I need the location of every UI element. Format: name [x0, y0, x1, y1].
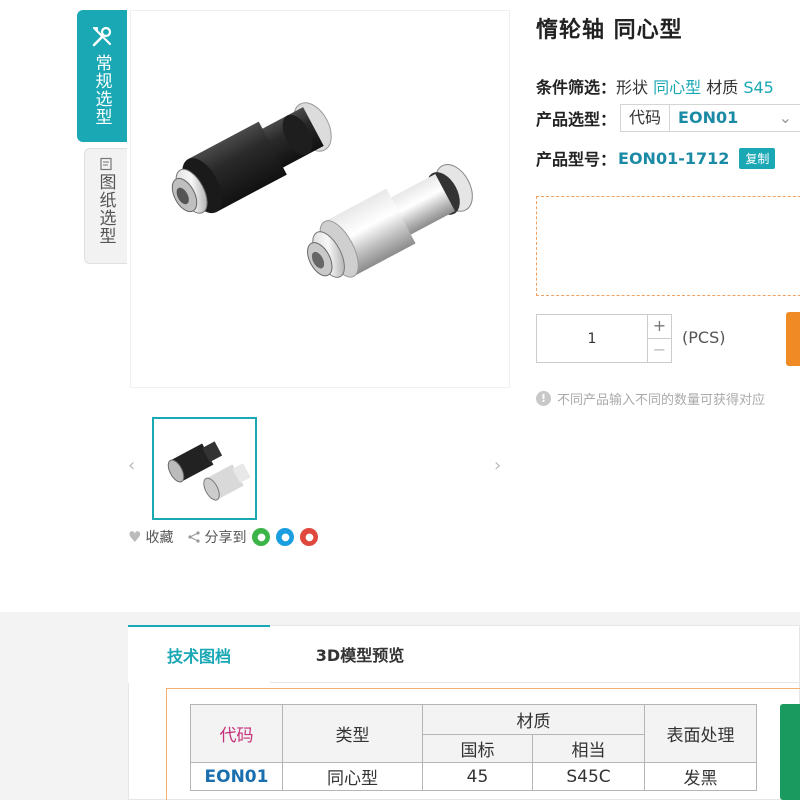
heart-icon[interactable]: ♥ — [128, 528, 141, 546]
qq-icon[interactable]: ● — [276, 528, 295, 546]
tab-standard-selection[interactable]: 常规选型 — [77, 10, 127, 142]
header-material: 材质 — [422, 704, 645, 735]
select-label: 产品选型： — [536, 110, 617, 129]
quantity-increase-button[interactable]: + — [648, 315, 671, 339]
product-select-row: 产品选型： 代码 EON01 ⌄ — [536, 104, 800, 132]
code-field-label: 代码 — [621, 105, 671, 131]
buy-button[interactable] — [786, 312, 800, 366]
table-row: EON01 同心型 45 S45C 发黑 — [190, 762, 757, 791]
cell-code[interactable]: EON01 — [190, 762, 283, 791]
weibo-icon[interactable]: ● — [300, 528, 319, 546]
share-label: 分享到 — [204, 530, 247, 546]
tab-3d-preview[interactable]: 3D模型预览 — [290, 632, 430, 676]
quantity-note: ! 不同产品输入不同的数量可获得对应 — [536, 389, 765, 408]
model-number-row: 产品型号： EON01-1712 复制 — [536, 146, 776, 170]
thumbnail-prev-arrow[interactable]: ‹ — [128, 455, 135, 476]
drawing-icon — [100, 157, 112, 171]
header-type: 类型 — [282, 704, 423, 763]
quantity-stepper: + − — [648, 314, 672, 363]
tab-divider — [270, 682, 800, 683]
filter-material-key: 材质 — [706, 78, 739, 97]
quantity-decrease-button[interactable]: − — [648, 339, 671, 363]
product-main-image[interactable] — [130, 10, 510, 388]
tab-standard-label: 常规选型 — [91, 54, 112, 126]
favorite-button[interactable]: 收藏 — [145, 527, 173, 547]
header-surface: 表面处理 — [644, 704, 757, 763]
share-icon — [188, 531, 201, 543]
wechat-icon[interactable]: ● — [252, 528, 271, 546]
note-text: 不同产品输入不同的数量可获得对应 — [557, 393, 766, 408]
filter-shape-value[interactable]: 同心型 — [653, 78, 701, 97]
cell-equiv: S45C — [532, 762, 645, 791]
product-thumbnail[interactable] — [152, 417, 257, 520]
condition-filter-row: 条件筛选：形状 同心型 材质 S45 — [536, 74, 774, 98]
header-gb: 国标 — [422, 734, 533, 763]
idler-shaft-photo — [171, 102, 473, 278]
tab-tech-docs[interactable]: 技术图档 — [128, 625, 270, 683]
tab-drawing-label: 图纸选型 — [95, 173, 116, 245]
quantity-unit: (PCS) — [682, 328, 726, 347]
model-number: EON01-1712 — [618, 148, 730, 168]
thumbnail-next-arrow[interactable]: › — [494, 455, 501, 476]
filter-label: 条件筛选： — [536, 78, 617, 97]
code-select[interactable]: 代码 EON01 ⌄ — [620, 104, 800, 132]
spec-table: 代码 类型 材质 表面处理 国标 相当 EON01 同心型 45 S45C 发黑 — [190, 704, 757, 791]
model-label: 产品型号： — [536, 150, 617, 169]
product-title: 惰轮轴 同心型 — [536, 18, 683, 43]
header-code[interactable]: 代码 — [190, 704, 283, 763]
filter-shape-key: 形状 — [616, 78, 649, 97]
side-action-button[interactable] — [780, 704, 800, 800]
thumbnail-photo — [167, 441, 251, 501]
info-icon: ! — [536, 391, 551, 406]
cell-type: 同心型 — [282, 762, 423, 791]
chevron-down-icon: ⌄ — [778, 108, 793, 127]
price-box — [536, 196, 800, 296]
filter-material-value[interactable]: S45 — [743, 78, 774, 97]
tab-drawing-selection[interactable]: 图纸选型 — [84, 148, 127, 264]
share-section: 分享到 — [187, 527, 246, 547]
quantity-input[interactable]: 1 — [536, 314, 648, 363]
code-value: EON01 — [678, 108, 739, 127]
copy-button[interactable]: 复制 — [739, 147, 776, 169]
favorite-share-row: ♥ 收藏 分享到 ● ● ● — [128, 527, 319, 547]
code-dropdown[interactable]: EON01 ⌄ — [670, 105, 800, 131]
tools-icon — [92, 26, 112, 47]
header-equiv: 相当 — [532, 734, 645, 763]
cell-gb: 45 — [422, 762, 533, 791]
cell-surface: 发黑 — [644, 762, 757, 791]
